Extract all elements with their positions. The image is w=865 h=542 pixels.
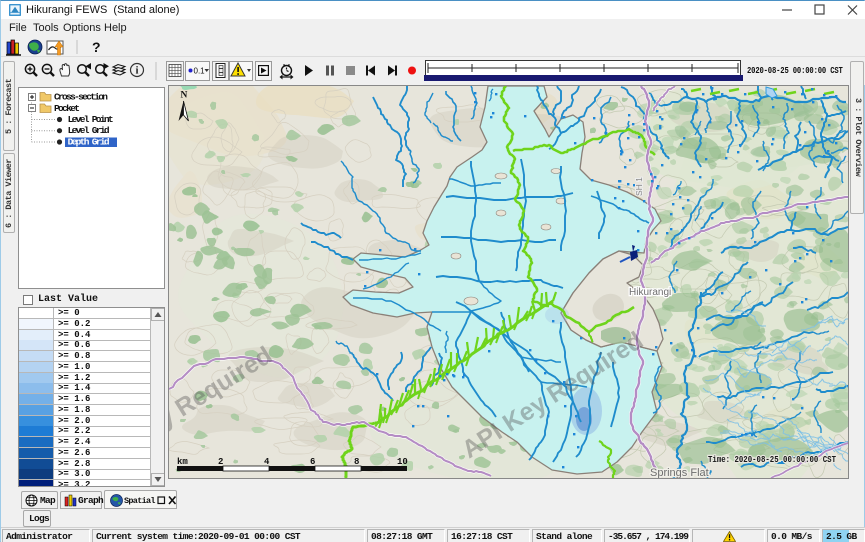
svg-text:6: 6: [310, 457, 315, 467]
svg-text:Level Grid: Level Grid: [68, 125, 110, 136]
svg-text:km: km: [177, 457, 188, 467]
svg-text:Pocket: Pocket: [54, 103, 80, 114]
svg-text:10: 10: [397, 457, 408, 467]
svg-text:?: ?: [92, 39, 101, 55]
svg-text:Time: 2020-08-25 00:00:00 CST: Time: 2020-08-25 00:00:00 CST: [708, 454, 836, 465]
svg-text:N: N: [181, 91, 188, 101]
svg-text:Hikurangi: Hikurangi: [629, 287, 671, 298]
svg-text:Cross-section: Cross-section: [54, 92, 108, 103]
svg-text:Level Point: Level Point: [68, 114, 114, 125]
svg-text:2: 2: [218, 457, 223, 467]
svg-text:4: 4: [264, 457, 270, 467]
svg-text:SH 1: SH 1: [634, 177, 644, 196]
svg-text:8: 8: [354, 457, 359, 467]
svg-text:0.1: 0.1: [194, 67, 206, 76]
svg-text:Depth Grid: Depth Grid: [68, 137, 110, 148]
svg-text:i: i: [136, 66, 139, 77]
svg-text:Springs Flat: Springs Flat: [650, 467, 709, 478]
